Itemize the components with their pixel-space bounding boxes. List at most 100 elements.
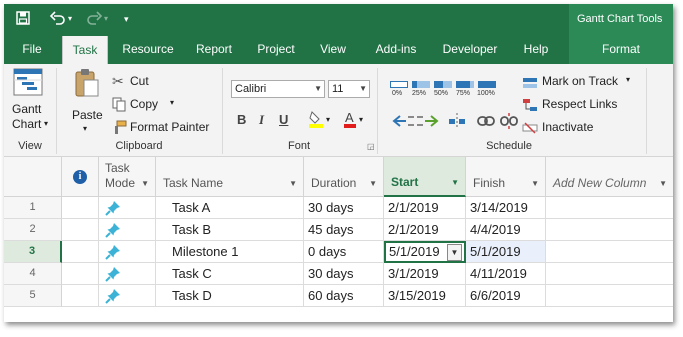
task-name-cell[interactable]: Task B <box>156 219 304 241</box>
font-name-select[interactable]: Calibri ▼ <box>231 80 325 98</box>
info-cell[interactable] <box>62 241 99 263</box>
task-mode-cell[interactable] <box>99 197 156 219</box>
new-column-cell[interactable] <box>546 241 673 263</box>
chevron-down-icon[interactable]: ▼ <box>659 179 667 188</box>
indent-icon[interactable] <box>417 114 439 133</box>
info-cell[interactable] <box>62 219 99 241</box>
tab-project[interactable]: Project <box>251 34 301 64</box>
table-row[interactable]: 1 Task A 30 days 2/1/2019 3/14/2019 <box>4 197 673 219</box>
row-id[interactable]: 1 <box>4 197 62 219</box>
highlight-dropdown-icon[interactable]: ▾ <box>326 115 330 124</box>
task-name-cell[interactable]: Task A <box>156 197 304 219</box>
font-color-dropdown-icon[interactable]: ▾ <box>359 115 363 124</box>
task-mode-column-header[interactable]: Task Mode ▼ <box>99 157 156 197</box>
task-name-cell[interactable]: Task C <box>156 263 304 285</box>
duration-cell[interactable]: 0 days <box>304 241 384 263</box>
chevron-down-icon[interactable]: ▼ <box>451 178 459 187</box>
task-mode-cell[interactable] <box>99 241 156 263</box>
start-cell[interactable]: 2/1/2019 <box>384 219 466 241</box>
chevron-down-icon[interactable]: ▼ <box>289 179 297 188</box>
start-column-header[interactable]: Start ▼ <box>384 157 466 197</box>
highlight-color-icon[interactable] <box>308 110 324 133</box>
link-tasks-icon[interactable] <box>477 114 495 133</box>
percent-25-button[interactable]: 25% <box>412 78 430 98</box>
percent-50-button[interactable]: 50% <box>434 78 452 98</box>
copy-button[interactable]: Copy ▾ <box>112 96 192 114</box>
table-row-selected[interactable]: 3 Milestone 1 0 days 5/1/2019 ▼ 5/1/2019 <box>4 241 673 263</box>
start-cell[interactable]: 3/15/2019 <box>384 285 466 307</box>
font-dialog-launcher-icon[interactable]: ◲ <box>367 142 375 151</box>
row-id[interactable]: 5 <box>4 285 62 307</box>
task-name-column-header[interactable]: Task Name ▼ <box>156 157 304 197</box>
task-mode-cell[interactable] <box>99 263 156 285</box>
new-column-cell[interactable] <box>546 219 673 241</box>
unlink-tasks-icon[interactable] <box>500 113 518 134</box>
row-id[interactable]: 4 <box>4 263 62 285</box>
tab-format[interactable]: Format <box>569 34 673 64</box>
duration-column-header[interactable]: Duration ▼ <box>304 157 384 197</box>
tab-developer[interactable]: Developer <box>436 34 504 64</box>
tab-report[interactable]: Report <box>190 34 238 64</box>
row-id[interactable]: 3 <box>4 241 62 263</box>
start-cell[interactable]: 3/1/2019 <box>384 263 466 285</box>
table-row[interactable]: 5 Task D 60 days 3/15/2019 6/6/2019 <box>4 285 673 307</box>
new-column-cell[interactable] <box>546 263 673 285</box>
info-cell[interactable] <box>62 285 99 307</box>
select-all-corner[interactable] <box>4 157 62 197</box>
percent-0-button[interactable]: 0% <box>390 78 408 98</box>
chevron-down-icon[interactable]: ▼ <box>141 179 149 188</box>
row-id[interactable]: 2 <box>4 219 62 241</box>
outdent-icon[interactable] <box>392 114 414 133</box>
tab-task[interactable]: Task <box>62 36 108 64</box>
undo-icon[interactable] <box>49 11 66 28</box>
finish-cell[interactable]: 3/14/2019 <box>466 197 546 219</box>
date-picker-dropdown-button[interactable]: ▼ <box>447 244 462 261</box>
duration-cell[interactable]: 60 days <box>304 285 384 307</box>
mark-on-track-button[interactable]: Mark on Track ▾ <box>522 74 632 92</box>
undo-dropdown-icon[interactable]: ▾ <box>68 11 72 27</box>
gantt-chart-button[interactable]: Gantt Chart ▾ <box>8 68 48 138</box>
finish-column-header[interactable]: Finish ▼ <box>466 157 546 197</box>
tab-view[interactable]: View <box>314 34 352 64</box>
tab-file[interactable]: File <box>12 34 52 64</box>
task-mode-cell[interactable] <box>99 285 156 307</box>
start-cell-active[interactable]: 5/1/2019 ▼ <box>384 241 466 263</box>
info-column-header[interactable]: i <box>62 157 99 197</box>
finish-cell[interactable]: 4/11/2019 <box>466 263 546 285</box>
chevron-down-icon[interactable]: ▼ <box>369 179 377 188</box>
inactivate-button[interactable]: Inactivate <box>522 120 612 138</box>
start-cell[interactable]: 2/1/2019 <box>384 197 466 219</box>
table-row[interactable]: 2 Task B 45 days 2/1/2019 4/4/2019 <box>4 219 673 241</box>
tab-add-ins[interactable]: Add-ins <box>368 34 424 64</box>
info-cell[interactable] <box>62 197 99 219</box>
cut-button[interactable]: ✂ Cut <box>112 73 172 91</box>
tab-resource[interactable]: Resource <box>117 34 179 64</box>
finish-cell[interactable]: 6/6/2019 <box>466 285 546 307</box>
underline-button[interactable]: U <box>279 112 288 127</box>
font-size-select[interactable]: 11 ▼ <box>328 80 370 98</box>
percent-75-button[interactable]: 75% <box>456 78 474 98</box>
add-new-column-header[interactable]: Add New Column ▼ <box>546 157 673 197</box>
info-cell[interactable] <box>62 263 99 285</box>
split-task-icon[interactable] <box>448 112 466 135</box>
duration-cell[interactable]: 30 days <box>304 263 384 285</box>
font-color-icon[interactable]: A <box>343 110 357 133</box>
finish-cell[interactable]: 5/1/2019 <box>466 241 546 263</box>
respect-links-button[interactable]: Respect Links <box>522 97 622 115</box>
paste-button[interactable]: Paste ▾ <box>66 68 106 138</box>
percent-100-button[interactable]: 100% <box>477 78 498 98</box>
customize-qat-icon[interactable]: ▾ <box>124 11 129 27</box>
save-icon[interactable] <box>16 11 30 28</box>
task-name-cell[interactable]: Milestone 1 <box>156 241 304 263</box>
duration-cell[interactable]: 30 days <box>304 197 384 219</box>
table-row[interactable]: 4 Task C 30 days 3/1/2019 4/11/2019 <box>4 263 673 285</box>
task-mode-cell[interactable] <box>99 219 156 241</box>
chevron-down-icon[interactable]: ▼ <box>531 179 539 188</box>
new-column-cell[interactable] <box>546 285 673 307</box>
new-column-cell[interactable] <box>546 197 673 219</box>
task-name-cell[interactable]: Task D <box>156 285 304 307</box>
duration-cell[interactable]: 45 days <box>304 219 384 241</box>
tab-help[interactable]: Help <box>516 34 556 64</box>
italic-button[interactable]: I <box>259 112 264 128</box>
bold-button[interactable]: B <box>237 112 246 127</box>
